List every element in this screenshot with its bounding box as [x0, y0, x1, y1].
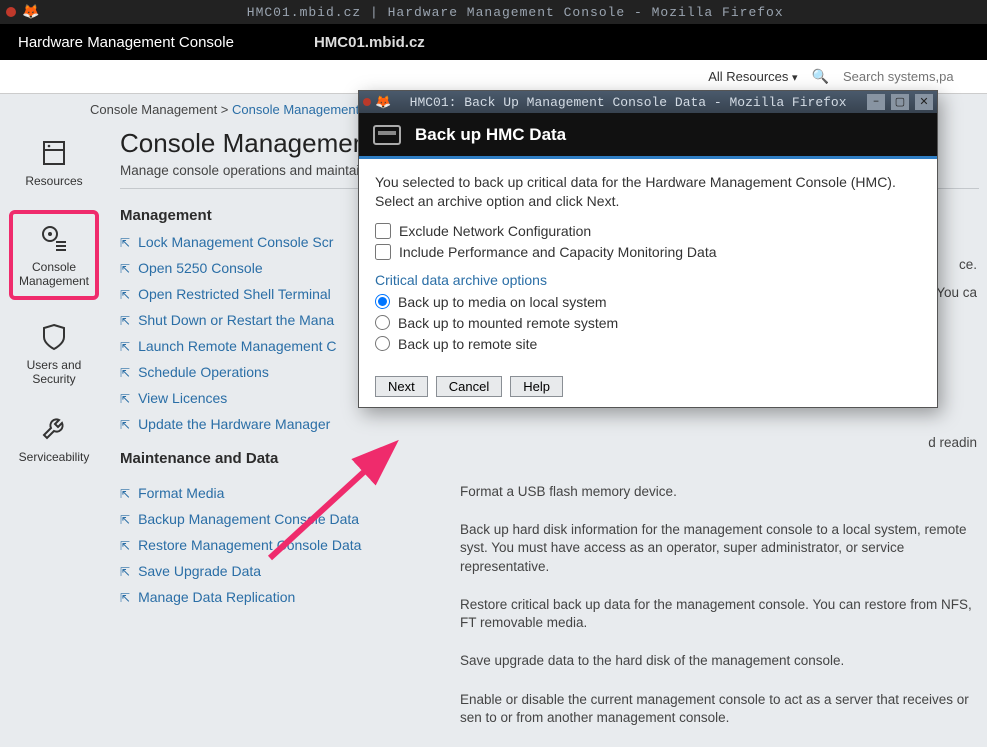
- app-header: Hardware Management Console HMC01.mbid.c…: [0, 24, 987, 60]
- text-fragment: d readin: [928, 435, 977, 450]
- external-link-icon: ⇱: [120, 340, 130, 354]
- mgmt-link[interactable]: Schedule Operations: [138, 364, 269, 380]
- dialog-title: Back up HMC Data: [415, 125, 566, 145]
- maint-link[interactable]: Format Media: [138, 485, 224, 501]
- sidebar-item-resources[interactable]: Resources: [9, 130, 99, 196]
- gear-list-icon: [38, 222, 70, 254]
- radio-label: Back up to media on local system: [398, 294, 607, 310]
- help-button[interactable]: Help: [510, 376, 563, 397]
- disk-icon: [373, 125, 401, 145]
- maint-description: Format a USB flash memory device.: [460, 483, 979, 501]
- os-titlebar: 🦊 HMC01.mbid.cz | Hardware Management Co…: [0, 0, 987, 24]
- maximize-button[interactable]: ▢: [891, 94, 909, 110]
- section-maintenance: Maintenance and Data: [120, 450, 979, 467]
- os-window-title: HMC01.mbid.cz | Hardware Management Cons…: [49, 5, 981, 20]
- maint-description: Enable or disable the current management…: [460, 691, 979, 727]
- external-link-icon: ⇱: [120, 487, 130, 501]
- radio-backup-local[interactable]: [375, 294, 390, 309]
- all-resources-label: All Resources: [708, 69, 788, 84]
- sidebar-label: Users and Security: [27, 358, 82, 386]
- search-input[interactable]: [843, 69, 973, 84]
- radio-backup-remote-site[interactable]: [375, 336, 390, 351]
- mgmt-link[interactable]: Lock Management Console Scr: [138, 234, 333, 250]
- radio-label: Back up to remote site: [398, 336, 537, 352]
- wrench-icon: [40, 416, 68, 444]
- external-link-icon: ⇱: [120, 366, 130, 380]
- minimize-button[interactable]: –: [867, 94, 885, 110]
- external-link-icon: ⇱: [120, 314, 130, 328]
- app-host: HMC01.mbid.cz: [314, 34, 425, 51]
- cancel-button[interactable]: Cancel: [436, 376, 502, 397]
- breadcrumb-current[interactable]: Console Management: [232, 102, 359, 117]
- maint-link[interactable]: Restore Management Console Data: [138, 537, 361, 553]
- checkbox-label: Exclude Network Configuration: [399, 223, 591, 239]
- backup-dialog-window: 🦊 HMC01: Back Up Management Console Data…: [358, 90, 938, 408]
- maint-link[interactable]: Manage Data Replication: [138, 589, 295, 605]
- mgmt-link[interactable]: Open 5250 Console: [138, 260, 263, 276]
- all-resources-dropdown[interactable]: All Resources ▾: [708, 69, 797, 84]
- chevron-down-icon: ▾: [792, 72, 798, 84]
- dialog-window-title: HMC01: Back Up Management Console Data -…: [395, 95, 861, 110]
- radio-label: Back up to mounted remote system: [398, 315, 618, 331]
- radio-backup-remote-mount[interactable]: [375, 315, 390, 330]
- checkbox-include-performance[interactable]: [375, 244, 391, 260]
- maint-description: Save upgrade data to the hard disk of th…: [460, 652, 979, 670]
- window-close-dot[interactable]: [363, 98, 371, 106]
- app-brand: Hardware Management Console: [18, 34, 234, 51]
- maint-description: Back up hard disk information for the ma…: [460, 521, 979, 576]
- external-link-icon: ⇱: [120, 262, 130, 276]
- external-link-icon: ⇱: [120, 418, 130, 432]
- external-link-icon: ⇱: [120, 565, 130, 579]
- external-link-icon: ⇱: [120, 591, 130, 605]
- mgmt-link[interactable]: Shut Down or Restart the Mana: [138, 312, 334, 328]
- external-link-icon: ⇱: [120, 513, 130, 527]
- next-button[interactable]: Next: [375, 376, 428, 397]
- dialog-intro: You selected to back up critical data fo…: [375, 173, 921, 211]
- sidebar-label: Resources: [25, 174, 82, 188]
- mgmt-link[interactable]: Open Restricted Shell Terminal: [138, 286, 331, 302]
- dialog-body: You selected to back up critical data fo…: [359, 159, 937, 407]
- server-icon: [39, 138, 69, 168]
- mgmt-link[interactable]: View Licences: [138, 390, 227, 406]
- sidebar-label: Console Management: [19, 260, 89, 288]
- close-button[interactable]: ✕: [915, 94, 933, 110]
- sidebar-item-serviceability[interactable]: Serviceability: [9, 408, 99, 472]
- firefox-icon: 🦊: [22, 4, 39, 21]
- text-fragment: ce.: [959, 257, 977, 272]
- search-icon: 🔍: [812, 68, 829, 85]
- checkbox-label: Include Performance and Capacity Monitor…: [399, 244, 717, 260]
- external-link-icon: ⇱: [120, 288, 130, 302]
- radio-group-label: Critical data archive options: [375, 272, 921, 288]
- breadcrumb-root: Console Management >: [90, 102, 228, 117]
- sidebar-item-console-management[interactable]: Console Management: [9, 210, 99, 300]
- dialog-header: Back up HMC Data: [359, 113, 937, 159]
- firefox-icon: 🦊: [375, 95, 391, 110]
- dialog-titlebar[interactable]: 🦊 HMC01: Back Up Management Console Data…: [359, 91, 937, 113]
- shield-icon: [40, 322, 68, 352]
- external-link-icon: ⇱: [120, 539, 130, 553]
- sidebar-item-users-security[interactable]: Users and Security: [9, 314, 99, 394]
- sidebar-label: Serviceability: [19, 450, 90, 464]
- maint-link[interactable]: Save Upgrade Data: [138, 563, 261, 579]
- sidebar: Resources Console Management Users and S…: [6, 130, 102, 472]
- toolbar: All Resources ▾ 🔍: [0, 60, 987, 94]
- maint-link[interactable]: Backup Management Console Data: [138, 511, 359, 527]
- mgmt-link[interactable]: Launch Remote Management C: [138, 338, 336, 354]
- external-link-icon: ⇱: [120, 392, 130, 406]
- maint-description: Restore critical back up data for the ma…: [460, 596, 979, 632]
- checkbox-exclude-network[interactable]: [375, 223, 391, 239]
- window-close-dot[interactable]: [6, 7, 16, 17]
- mgmt-link[interactable]: Update the Hardware Manager: [138, 416, 330, 432]
- external-link-icon: ⇱: [120, 236, 130, 250]
